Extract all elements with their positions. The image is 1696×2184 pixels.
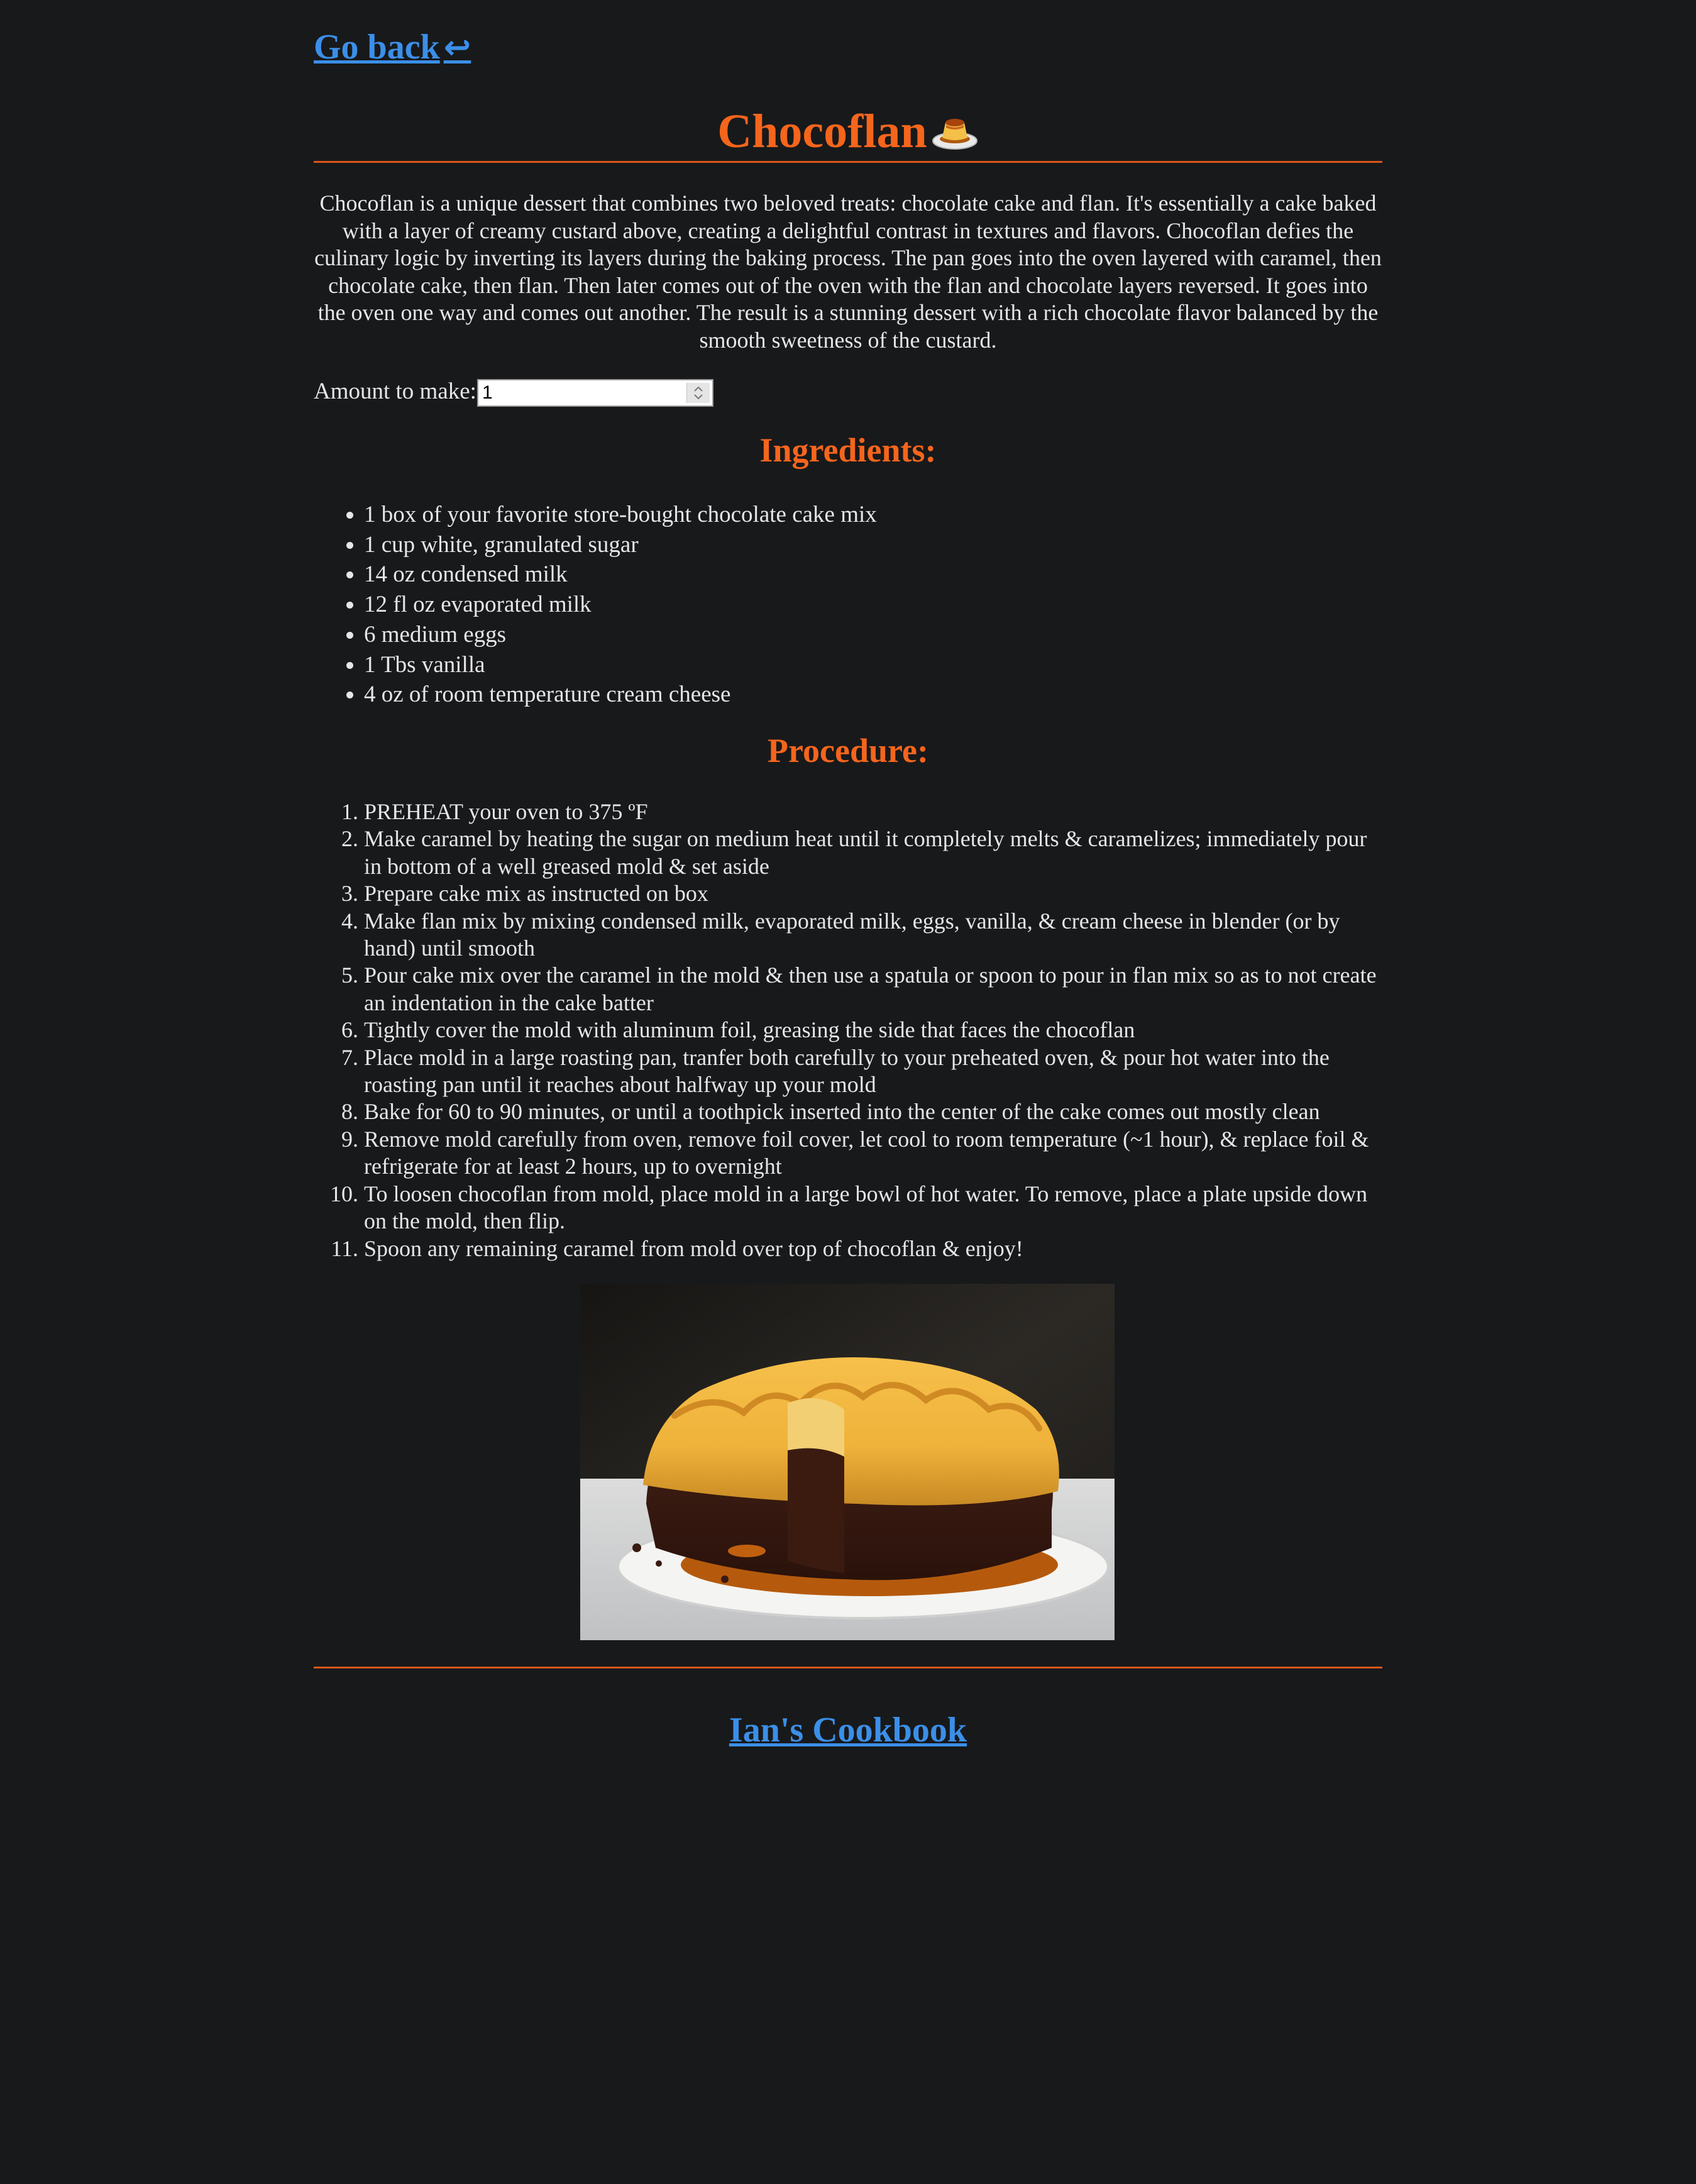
procedure-step: Remove mold carefully from oven, remove … (364, 1126, 1379, 1181)
ingredient-item: 4 oz of room temperature cream cheese (364, 680, 877, 710)
title-text: Chocoflan (717, 105, 927, 158)
recipe-description: Chocoflan is a unique dessert that combi… (314, 190, 1382, 353)
title-divider (314, 161, 1382, 163)
procedure-step: Make flan mix by mixing condensed milk, … (364, 908, 1379, 962)
footer: Ian's Cookbook (314, 1709, 1382, 1751)
procedure-step: Bake for 60 to 90 minutes, or until a to… (364, 1098, 1379, 1125)
chocoflan-photo (580, 1284, 1115, 1640)
cookbook-home-link[interactable]: Ian's Cookbook (729, 1711, 967, 1750)
spinner-arrows-icon (694, 386, 703, 400)
procedure-list: PREHEAT your oven to 375 ºF Make caramel… (314, 798, 1382, 1262)
return-arrow-icon: ↩ (443, 29, 471, 67)
ingredient-item: 12 fl oz evaporated milk (364, 590, 877, 620)
amount-label: Amount to make: (314, 378, 476, 404)
ingredients-list: 1 box of your favorite store-bought choc… (314, 500, 877, 710)
procedure-step: Tightly cover the mold with aluminum foi… (364, 1017, 1379, 1044)
ingredient-item: 6 medium eggs (364, 620, 877, 650)
procedure-step: PREHEAT your oven to 375 ºF (364, 798, 1379, 825)
flan-icon (931, 108, 979, 165)
go-back-label: Go back (314, 28, 440, 67)
ingredient-item: 14 oz condensed milk (364, 560, 877, 590)
procedure-heading: Procedure: (768, 732, 928, 769)
ingredient-item: 1 Tbs vanilla (364, 650, 877, 680)
amount-spinner[interactable] (686, 383, 710, 403)
amount-input[interactable]: 1 (477, 379, 713, 407)
procedure-step: Spoon any remaining caramel from mold ov… (364, 1235, 1379, 1262)
procedure-step: Make caramel by heating the sugar on med… (364, 825, 1379, 880)
go-back-link[interactable]: Go back ↩ (314, 26, 471, 69)
procedure-step: Place mold in a large roasting pan, tran… (364, 1044, 1379, 1099)
amount-input-value: 1 (482, 382, 493, 403)
procedure-step: Prepare cake mix as instructed on box (364, 880, 1379, 907)
ingredient-item: 1 box of your favorite store-bought choc… (364, 500, 877, 530)
ingredients-heading: Ingredients: (759, 431, 937, 469)
procedure-step: Pour cake mix over the caramel in the mo… (364, 962, 1379, 1017)
footer-divider (314, 1667, 1382, 1668)
page-title: Chocoflan (314, 103, 1382, 165)
procedure-step: To loosen chocoflan from mold, place mol… (364, 1181, 1379, 1235)
ingredient-item: 1 cup white, granulated sugar (364, 530, 877, 560)
